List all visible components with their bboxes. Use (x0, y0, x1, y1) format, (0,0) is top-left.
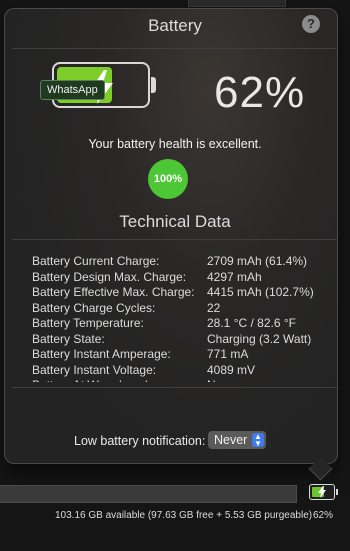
tech-row-value: 22 (207, 300, 221, 315)
notification-label: Low battery notification: (74, 434, 206, 448)
help-button[interactable]: ? (302, 15, 320, 33)
menubar-battery-terminal (336, 489, 338, 495)
tech-row: Battery Temperature: 28.1 °C / 82.6 °F (32, 316, 322, 332)
tech-row: Battery Instant Amperage: 771 mA (32, 347, 322, 363)
tech-row-value: Charging (3.2 Watt) (207, 331, 312, 346)
tech-row: Battery Instant Voltage: 4089 mV (32, 363, 322, 379)
battery-percentage: 62% (214, 68, 306, 117)
status-battery-percent: 62% (313, 510, 334, 521)
tech-row: Battery At Warn Level: No (32, 378, 322, 382)
footer-divider (12, 387, 338, 388)
tech-row-label: Battery At Warn Level: (32, 378, 151, 382)
tech-row: Battery Charge Cycles: 22 (32, 301, 322, 317)
tech-row-label: Battery State: (32, 331, 105, 346)
storage-bar (0, 485, 297, 503)
tech-row-value: No (207, 378, 222, 382)
health-badge: 100% (148, 159, 188, 199)
storage-available-text: 103.16 GB available (97.63 GB free + 5.5… (55, 510, 313, 521)
tech-row-label: Battery Instant Voltage: (32, 362, 157, 377)
chevron-up-down-icon: ▲ ▼ (252, 433, 264, 448)
popover-title: Battery (148, 16, 202, 35)
tech-row: Battery State: Charging (3.2 Watt) (32, 332, 322, 348)
whatsapp-tooltip: WhatsApp (40, 80, 105, 100)
tech-row-value: 4089 mV (207, 362, 256, 377)
tech-divider (12, 239, 338, 240)
tech-row-label: Battery Current Charge: (32, 254, 160, 268)
title-divider (12, 48, 338, 49)
menubar-charging-bolt-icon (318, 486, 326, 498)
technical-data-table[interactable]: Battery Current Charge: 2709 mAh (61.4%) B… (32, 254, 322, 382)
tech-row-label: Battery Charge Cycles: (32, 300, 156, 315)
tech-row-value: 2709 mAh (61.4%) (207, 254, 308, 268)
tech-row: Battery Effective Max. Charge: 4415 mAh (… (32, 285, 322, 301)
tech-row-label: Battery Effective Max. Charge: (32, 285, 195, 299)
background-device-frame (188, 0, 286, 7)
health-message: Your battery health is excellent. (88, 137, 262, 151)
tech-row-value: 771 mA (207, 347, 249, 361)
tech-row-label: Battery Instant Amperage: (32, 347, 171, 361)
tech-row: Battery Current Charge: 2709 mAh (61.4%) (32, 254, 322, 270)
technical-data-title: Technical Data (119, 212, 231, 231)
tech-row: Battery Design Max. Charge: 4297 mAh (32, 270, 322, 286)
tech-row-label: Battery Temperature: (32, 316, 144, 330)
tech-row-value: 4297 mAh (207, 269, 262, 284)
notification-select-value: Never (214, 433, 248, 447)
tech-row-value: 28.1 °C / 82.6 °F (207, 316, 296, 330)
battery-terminal (151, 77, 156, 93)
tech-row-value: 4415 mAh (102.7%) (207, 285, 314, 299)
notification-select[interactable]: Never ▲ ▼ (208, 431, 266, 449)
tech-row-label: Battery Design Max. Charge: (32, 269, 187, 284)
